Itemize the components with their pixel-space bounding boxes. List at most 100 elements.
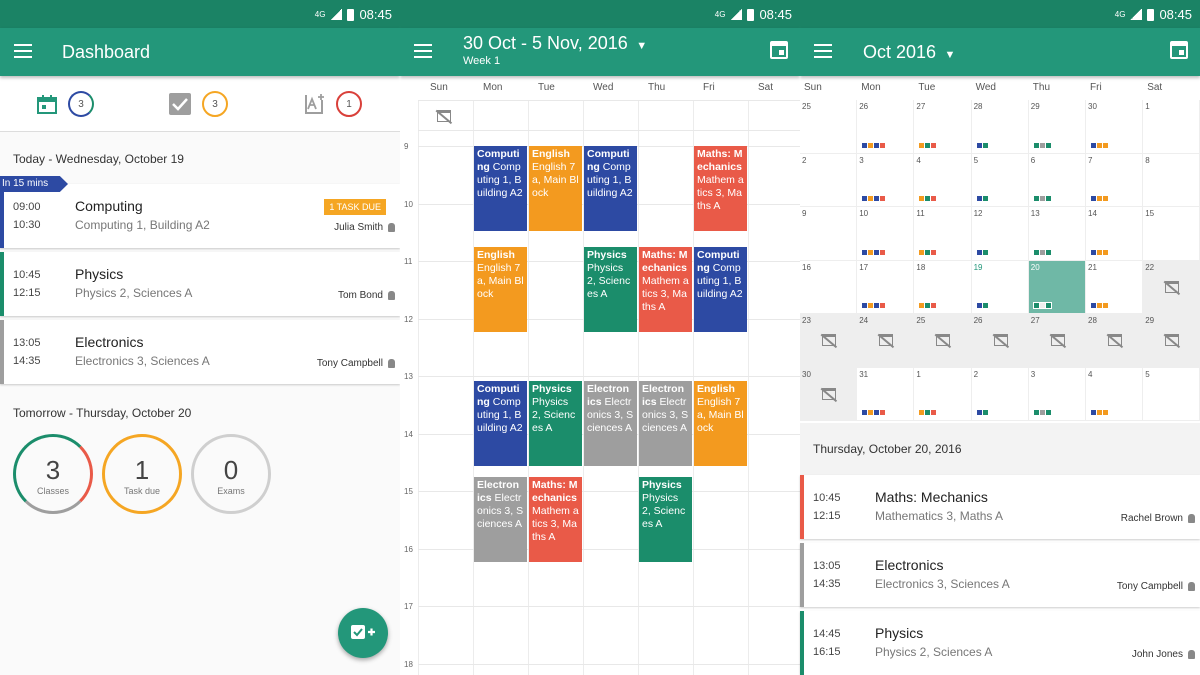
day-cell[interactable]: 25 bbox=[800, 100, 858, 154]
lesson-dots bbox=[919, 249, 937, 255]
no-classes-icon bbox=[437, 110, 451, 122]
week-event[interactable]: Computi ng Comp uting 1, Building A2 bbox=[474, 380, 527, 466]
summary-stats: 3 3 1 bbox=[0, 76, 400, 132]
day-cell[interactable]: 31 bbox=[857, 367, 915, 421]
day-cell[interactable]: 26 bbox=[971, 314, 1029, 368]
lesson-dots bbox=[976, 142, 988, 148]
day-cell[interactable]: 28 bbox=[971, 100, 1029, 154]
day-cell[interactable]: 24 bbox=[857, 314, 915, 368]
week-event[interactable]: Computi ng Comp uting 1, Building A2 bbox=[474, 146, 527, 232]
menu-icon[interactable] bbox=[814, 44, 832, 58]
day-cell[interactable]: 2 bbox=[800, 153, 858, 207]
day-cell[interactable]: 3 bbox=[857, 153, 915, 207]
day-cell[interactable]: 28 bbox=[1086, 314, 1144, 368]
tasks-stat[interactable]: 3 bbox=[168, 91, 228, 117]
day-cell[interactable]: 9 bbox=[800, 207, 858, 261]
day-cell[interactable]: 25 bbox=[914, 314, 972, 368]
lesson-dots bbox=[862, 196, 886, 201]
calendar-icon[interactable] bbox=[770, 41, 788, 59]
status-bar: 4G 08:45 bbox=[800, 0, 1200, 28]
day-cell[interactable]: 23 bbox=[800, 314, 858, 368]
event-title: English bbox=[532, 148, 570, 160]
day-cell[interactable]: 6 bbox=[1028, 153, 1086, 207]
menu-icon[interactable] bbox=[14, 44, 32, 58]
event-detail: English 7a, Main Block bbox=[697, 395, 744, 434]
week-event[interactable]: English English 7a, Main Block bbox=[694, 380, 747, 466]
week-event[interactable]: Maths: M echanics Mathem atics 3, Maths … bbox=[694, 146, 747, 232]
add-task-button[interactable] bbox=[338, 608, 388, 658]
tasks-ring[interactable]: 1 Task due bbox=[102, 434, 182, 514]
day-cell[interactable]: 22 bbox=[1143, 260, 1200, 314]
day-cell[interactable]: 26 bbox=[857, 100, 915, 154]
day-cell[interactable]: 8 bbox=[1143, 153, 1200, 207]
week-event[interactable]: Electron ics Electr onics 3, Sciences A bbox=[584, 380, 637, 466]
day-cell[interactable]: 18 bbox=[914, 260, 972, 314]
tasks-ring-value: 1 bbox=[134, 455, 150, 485]
month-selector[interactable]: Oct 2016 ▼ bbox=[863, 42, 955, 63]
day-cell[interactable]: 7 bbox=[1086, 153, 1144, 207]
day-cell[interactable]: 14 bbox=[1086, 207, 1144, 261]
day-cell[interactable]: 1 bbox=[1143, 100, 1200, 154]
day-cell[interactable]: 11 bbox=[914, 207, 972, 261]
day-cell[interactable]: 27 bbox=[1028, 314, 1086, 368]
day-cell[interactable]: 19 bbox=[971, 260, 1029, 314]
calendar-icon[interactable] bbox=[1170, 41, 1188, 59]
selected-day-cell[interactable]: 20 bbox=[1028, 260, 1086, 314]
week-event[interactable]: Maths: M echanics Mathem atics 3, Maths … bbox=[639, 246, 692, 332]
week-event[interactable]: Electron ics Electr onics 3, Sciences A bbox=[474, 476, 527, 562]
day-cell[interactable]: 13 bbox=[1028, 207, 1086, 261]
week-event[interactable]: Electron ics Electr onics 3, Sciences A bbox=[639, 380, 692, 466]
lesson-card[interactable]: 10:45 12:15 Maths: Mechanics Mathematics… bbox=[800, 475, 1200, 539]
week-event[interactable]: Computi ng Comp uting 1, Building A2 bbox=[584, 146, 637, 232]
lesson-dots bbox=[1091, 196, 1108, 201]
lesson-card[interactable]: 13:05 14:35 Electronics Electronics 3, S… bbox=[800, 543, 1200, 607]
week-event[interactable]: Computi ng Comp uting 1, Building A2 bbox=[694, 246, 747, 332]
classes-stat[interactable]: 3 bbox=[36, 91, 94, 117]
week-event[interactable]: Physics Physics 2, Sciences A bbox=[584, 246, 637, 332]
day-cell[interactable]: 21 bbox=[1086, 260, 1144, 314]
grid-line bbox=[418, 130, 800, 131]
week-event[interactable]: English English 7a, Main Block bbox=[529, 146, 582, 232]
lesson-card[interactable]: 10:45 12:15 Physics Physics 2, Sciences … bbox=[0, 252, 400, 316]
day-cell[interactable]: 10 bbox=[857, 207, 915, 261]
day-number: 5 bbox=[1145, 369, 1150, 379]
week-event[interactable]: English English 7a, Main Block bbox=[474, 246, 527, 332]
day-number: 18 bbox=[916, 262, 926, 272]
exams-ring[interactable]: 0 Exams bbox=[191, 434, 271, 514]
day-number: 20 bbox=[1030, 262, 1040, 272]
day-cell[interactable]: 4 bbox=[914, 153, 972, 207]
classes-ring[interactable]: 3 Classes bbox=[13, 434, 93, 514]
week-event[interactable]: Physics Physics 2, Sciences A bbox=[639, 476, 692, 562]
week-selector[interactable]: 30 Oct - 5 Nov, 2016 ▼ bbox=[463, 33, 647, 54]
menu-icon[interactable] bbox=[414, 44, 432, 58]
week-event[interactable]: Maths: M echanics Mathem atics 3, Maths … bbox=[529, 476, 582, 562]
day-cell[interactable]: 2 bbox=[971, 367, 1029, 421]
day-cell[interactable]: 5 bbox=[1143, 367, 1200, 421]
lesson-card[interactable]: 09:00 10:30 Computing Computing 1, Build… bbox=[0, 184, 400, 248]
dashboard-screen: 4G 08:45 Dashboard 3 3 1 Today - Wednesda… bbox=[0, 0, 400, 675]
lesson-card[interactable]: 14:45 16:15 Physics Physics 2, Sciences … bbox=[800, 611, 1200, 675]
day-number: 25 bbox=[916, 316, 926, 325]
day-cell[interactable]: 1 bbox=[914, 367, 972, 421]
day-cell[interactable]: 27 bbox=[914, 100, 972, 154]
lesson-card[interactable]: 13:05 14:35 Electronics Electronics 3, S… bbox=[0, 320, 400, 384]
day-cell[interactable]: 16 bbox=[800, 260, 858, 314]
status-bar: 4G 08:45 bbox=[0, 0, 400, 28]
day-cell[interactable]: 4 bbox=[1086, 367, 1144, 421]
day-cell[interactable]: 15 bbox=[1143, 207, 1200, 261]
exams-stat[interactable]: 1 bbox=[302, 91, 362, 117]
no-classes-icon bbox=[1165, 334, 1180, 346]
day-number: 3 bbox=[859, 155, 864, 165]
day-cell[interactable]: 17 bbox=[857, 260, 915, 314]
event-title: Physics bbox=[587, 248, 627, 261]
lesson-dots bbox=[1033, 196, 1051, 201]
day-cell[interactable]: 30 bbox=[800, 367, 858, 421]
day-cell[interactable]: 12 bbox=[971, 207, 1029, 261]
lesson-subject: Computing bbox=[75, 198, 143, 214]
week-event[interactable]: Physics Physics 2, Sciences A bbox=[529, 380, 582, 466]
day-cell[interactable]: 30 bbox=[1086, 100, 1144, 154]
day-cell[interactable]: 3 bbox=[1028, 367, 1086, 421]
day-cell[interactable]: 29 bbox=[1143, 314, 1200, 368]
day-cell[interactable]: 5 bbox=[971, 153, 1029, 207]
day-cell[interactable]: 29 bbox=[1028, 100, 1086, 154]
